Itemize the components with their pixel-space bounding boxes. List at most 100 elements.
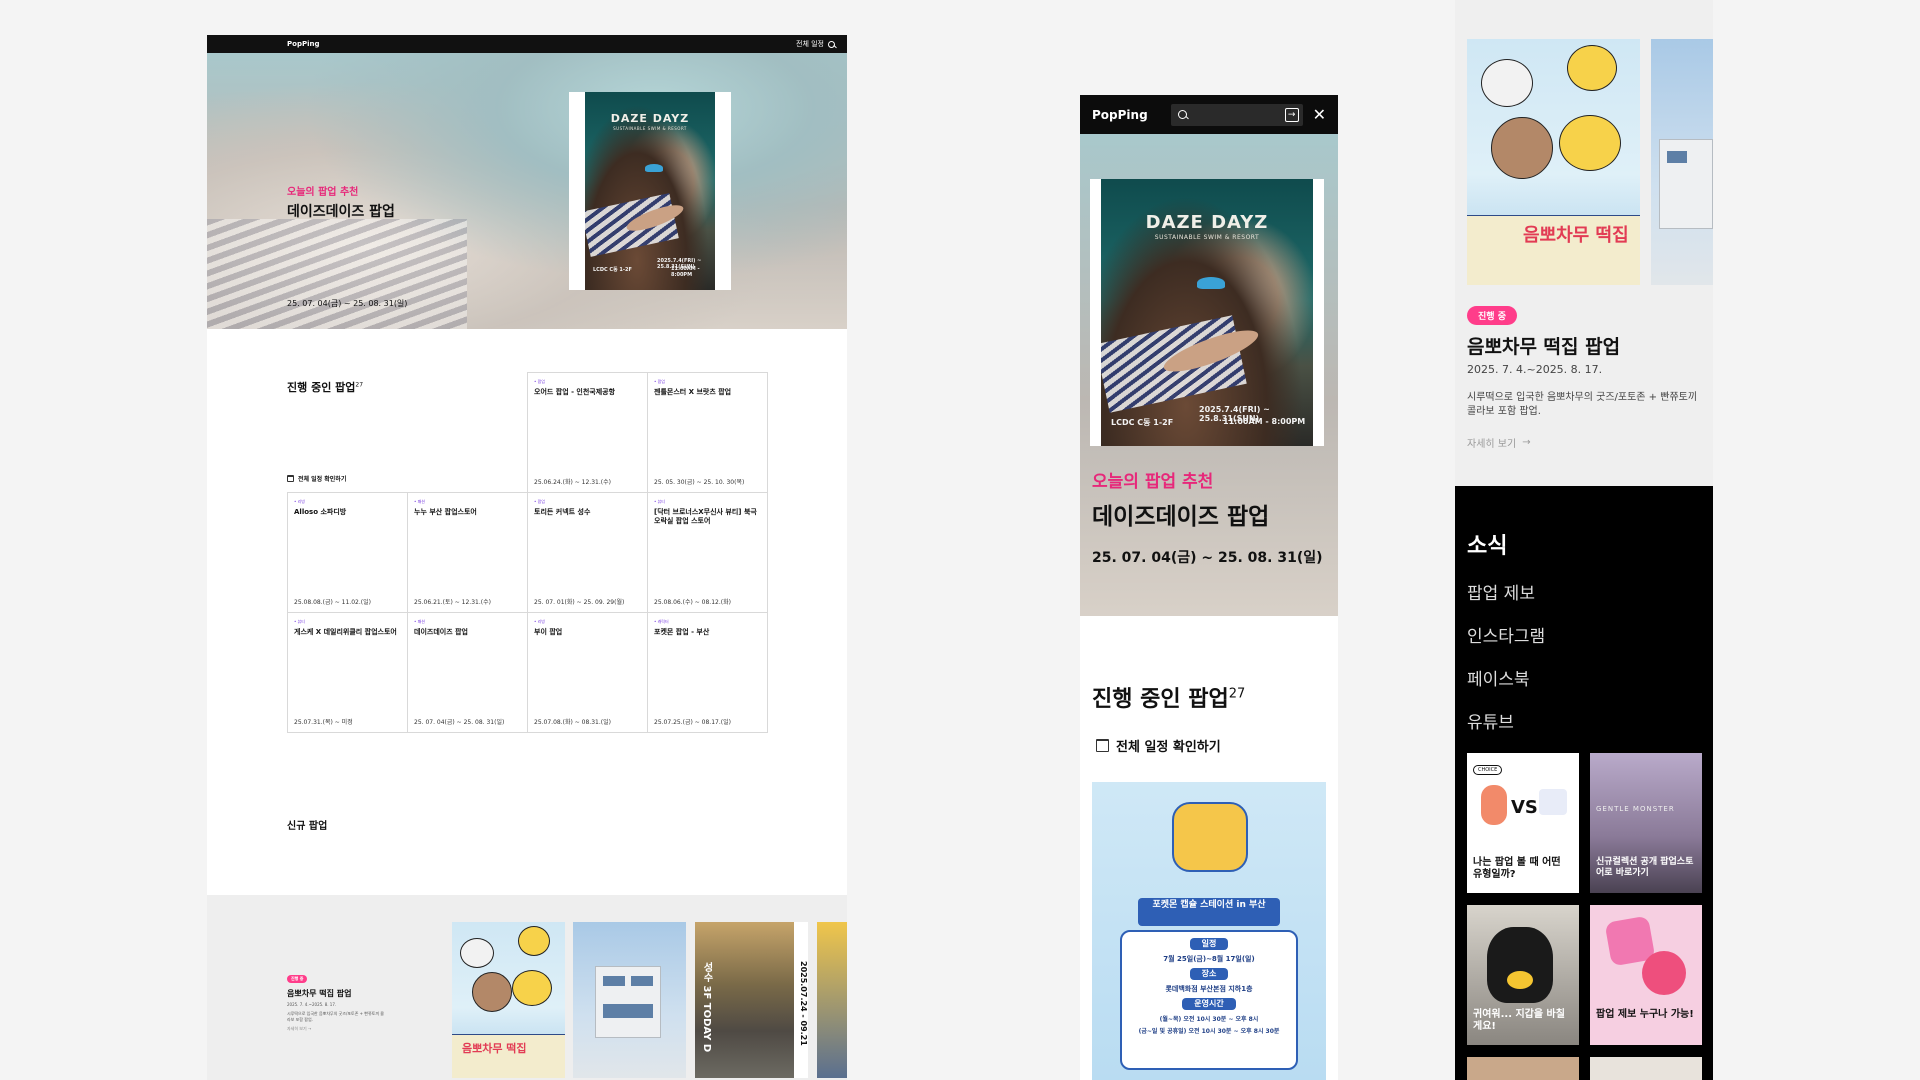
ongoing-card[interactable]: • 패션 누누 부산 팝업스토어 25.06.21.(토) ~ 12.31.(수) <box>407 492 528 613</box>
desktop-logo[interactable]: PopPing <box>287 40 319 48</box>
card-category: • 캐릭터 <box>654 619 669 624</box>
new-popups-title: 신규 팝업 <box>287 821 328 832</box>
poster-place: LCDC C동 1-2F <box>1111 418 1174 427</box>
ongoing-card[interactable]: • 뷰티 [닥터 브로너스X무신사 뷰티] 북극 오락실 팝업 스토어 25.08.… <box>647 492 768 613</box>
new-popup-thumb-3[interactable]: 2025.07.24 - 09.21 성수 3F TODAY D <box>695 922 808 1078</box>
card-category: • 리빙 <box>534 619 545 624</box>
hero-kicker: 오늘의 팝업 추천 <box>287 187 359 198</box>
card-date: 25.07.08.(화) ~ 08.31.(일) <box>534 719 611 726</box>
ongoing-card[interactable]: • 뷰티 게스케 X 데일리위클리 팝업스토어 25.07.31.(목) ~ 미정 <box>287 612 408 733</box>
new-popup-thumb-2[interactable] <box>573 922 686 1078</box>
side-feature-poster[interactable]: 음뽀차무 떡집 <box>1467 39 1640 285</box>
card-date: 25. 07. 01(화) ~ 25. 09. 29(월) <box>534 599 625 606</box>
new-popup-feature[interactable]: 진행 중 음뽀차무 떡집 팝업 2025. 7. 4.~2025. 8. 17.… <box>287 965 387 1032</box>
ongoing-card[interactable]: • 패션데이즈데이즈 팝업 25. 07. 04(금) ~ 25. 08. 31(… <box>407 612 528 733</box>
card-category: • 패션 <box>414 619 425 624</box>
new-popups-section: 진행 중 음뽀차무 떡집 팝업 2025. 7. 4.~2025. 8. 17.… <box>207 895 847 1080</box>
poster-banner: 포켓몬 캡슐 스테이션 in 부산 <box>1138 898 1280 926</box>
mobile-popup-poster[interactable]: 포켓몬 캡슐 스테이션 in 부산 일정 7월 25일(금)~8월 17일(일)… <box>1092 782 1326 1080</box>
card-name: 토리든 커넥트 성수 <box>534 508 591 516</box>
mobile-top-bar: PopPing → ✕ <box>1080 95 1338 134</box>
news-tile-2[interactable]: GENTLE MONSTER 신규컬렉션 공개 팝업스토어로 바로가기 <box>1590 753 1702 893</box>
new-popup-thumb-4[interactable] <box>817 922 847 1078</box>
card-name: 오어드 팝업 - 인천국제공항 <box>534 388 616 396</box>
mobile-hero-poster[interactable]: DAZE DAYZ SUSTAINABLE SWIM & RESORT 2025… <box>1090 179 1324 446</box>
mobile-hero-title: 데이즈데이즈 팝업 <box>1092 504 1270 530</box>
card-category: • 패션 <box>414 499 425 504</box>
mobile-calendar-link[interactable]: 전체 일정 확인하기 <box>1096 736 1221 755</box>
side-status-badge: 진행 중 <box>1467 306 1517 325</box>
poster-time: 11:00AM - 8:00PM <box>671 266 700 278</box>
poster-brand: DAZE DAYZ <box>1145 212 1269 233</box>
news-link-facebook[interactable]: 페이스북 <box>1467 665 1530 690</box>
hero-date: 25. 07. 04(금) ~ 25. 08. 31(일) <box>287 299 408 308</box>
new-popup-name: 음뽀차무 떡집 팝업 <box>287 989 352 998</box>
desktop-top-bar: PopPing 전체 일정 <box>207 35 847 53</box>
ongoing-count: 27 <box>355 381 364 389</box>
card-category: • 리빙 <box>294 499 305 504</box>
search-icon[interactable] <box>828 40 835 48</box>
poster-time: 11:00AM - 8:00PM <box>1223 417 1306 426</box>
hero-poster[interactable]: DAZE DAYZ SUSTAINABLE SWIM & RESORT 2025… <box>569 92 731 290</box>
news-tile-1[interactable]: CHOICE VS 나는 팝업 볼 때 어떤 유형일까? <box>1467 753 1579 893</box>
hero-background-towel <box>207 219 467 329</box>
ongoing-card[interactable]: • 팝업 젠틀몬스터 X 브랏츠 팝업 25. 05. 30(금) ~ 25. 10… <box>647 372 768 493</box>
new-popup-date: 2025. 7. 4.~2025. 8. 17. <box>287 1002 337 1007</box>
new-popup-desc: 시루떡으로 입국한 음뽀차무의 굿즈/포토존 + 빤쮸토끼 콜라보 포함 팝업. <box>287 1011 384 1022</box>
ongoing-card[interactable]: • 리빙 부이 팝업 25.07.08.(화) ~ 08.31.(일) <box>527 612 648 733</box>
status-badge: 진행 중 <box>287 975 308 983</box>
calendar-icon <box>1096 739 1109 752</box>
calendar-link[interactable]: 전체 일정 확인하기 <box>287 474 346 483</box>
mobile-logo[interactable]: PopPing <box>1092 108 1171 122</box>
ongoing-title: 진행 중인 팝업27 <box>287 381 364 394</box>
card-category: • 팝업 <box>534 379 545 384</box>
news-tile-4[interactable]: 팝업 제보 누구나 가능! <box>1590 905 1702 1045</box>
thumb-poster-title: 음뽀차무 떡집 <box>462 1042 527 1055</box>
hero-title: 데이즈데이즈 팝업 <box>287 204 395 220</box>
close-icon[interactable]: ✕ <box>1313 106 1326 123</box>
side-popup-desc: 시루떡으로 입국한 음뽀차무의 굿즈/포토존 + 빤쮸토끼 콜라보 포함 팝업. <box>1467 392 1698 417</box>
side-popup-title[interactable]: 음뽀차무 떡집 팝업 <box>1467 332 1620 359</box>
side-feature-area: 음뽀차무 떡집 진행 중 음뽀차무 떡집 팝업 2025. 7. 4.~2025… <box>1455 0 1713 486</box>
card-date: 25. 05. 30(금) ~ 25. 10. 30(목) <box>654 479 745 486</box>
new-popup-thumb-1[interactable]: 음뽀차무 떡집 <box>452 922 565 1078</box>
card-category: • 뷰티 <box>654 499 665 504</box>
card-date: 25.07.25.(금) ~ 08.17.(일) <box>654 719 731 726</box>
poster-place: LCDC C동 1-2F <box>593 267 632 273</box>
side-poster-title: 음뽀차무 떡집 <box>1523 225 1629 246</box>
side-more-link[interactable]: 자세히 보기 → <box>1467 435 1531 450</box>
ongoing-card[interactable]: • 팝업 오어드 팝업 - 인천국제공항 25.06.24.(화) ~ 12.31.… <box>527 372 648 493</box>
card-category: • 팝업 <box>534 499 545 504</box>
all-schedule-link[interactable]: 전체 일정 <box>796 39 824 49</box>
news-link-instagram[interactable]: 인스타그램 <box>1467 622 1545 647</box>
side-next-poster[interactable] <box>1651 39 1713 285</box>
news-tile-5[interactable] <box>1467 1057 1579 1080</box>
ongoing-card[interactable]: • 팝업토리든 커넥트 성수 25. 07. 01(화) ~ 25. 09. 29… <box>527 492 648 613</box>
news-title: 소식 <box>1467 534 1508 559</box>
mobile-search-input[interactable]: → <box>1171 103 1303 126</box>
mobile-hero[interactable]: DAZE DAYZ SUSTAINABLE SWIM & RESORT 2025… <box>1080 134 1338 616</box>
pikachu-illustration <box>1172 802 1248 872</box>
poster-brand: DAZE DAYZ <box>610 112 690 125</box>
new-popup-more-link[interactable]: 자세히 보기 → <box>287 1026 387 1032</box>
mobile-ongoing-count: 27 <box>1228 686 1246 702</box>
news-link-report[interactable]: 팝업 제보 <box>1467 579 1535 604</box>
card-name: [닥터 브로너스X무신사 뷰티] 북극 오락실 팝업 스토어 <box>654 508 757 525</box>
search-submit-icon[interactable]: → <box>1284 107 1299 122</box>
card-name: 누누 부산 팝업스토어 <box>414 508 477 516</box>
desktop-hero[interactable]: 오늘의 팝업 추천 데이즈데이즈 팝업 25. 07. 04(금) ~ 25. … <box>207 53 847 329</box>
news-tile-3[interactable]: 귀여워... 지갑을 바칠게요! <box>1467 905 1579 1045</box>
ongoing-card[interactable]: • 캐릭터 포켓몬 팝업 - 부산 25.07.25.(금) ~ 08.17.(일) <box>647 612 768 733</box>
mobile-ongoing-title: 진행 중인 팝업27 <box>1092 686 1246 712</box>
card-date: 25. 07. 04(금) ~ 25. 08. 31(일) <box>414 719 505 726</box>
card-date: 25.08.06.(수) ~ 08.12.(화) <box>654 599 731 606</box>
poster-sub: SUSTAINABLE SWIM & RESORT <box>613 126 687 131</box>
side-mockup: 음뽀차무 떡집 진행 중 음뽀차무 떡집 팝업 2025. 7. 4.~2025… <box>1455 0 1713 1080</box>
news-tile-6[interactable] <box>1590 1057 1702 1080</box>
mobile-mockup: PopPing → ✕ DAZE DAYZ SUSTAINABLE SWIM &… <box>1080 95 1338 1080</box>
card-name: 데이즈데이즈 팝업 <box>414 628 468 636</box>
news-link-youtube[interactable]: 유튜브 <box>1467 708 1514 733</box>
film-text: 성수 3F TODAY D <box>701 962 712 1053</box>
card-name: 게스케 X 데일리위클리 팝업스토어 <box>294 628 397 636</box>
ongoing-card[interactable]: • 리빙 Alloso 소파디방 25.08.08.(금) ~ 11.02.(일) <box>287 492 408 613</box>
